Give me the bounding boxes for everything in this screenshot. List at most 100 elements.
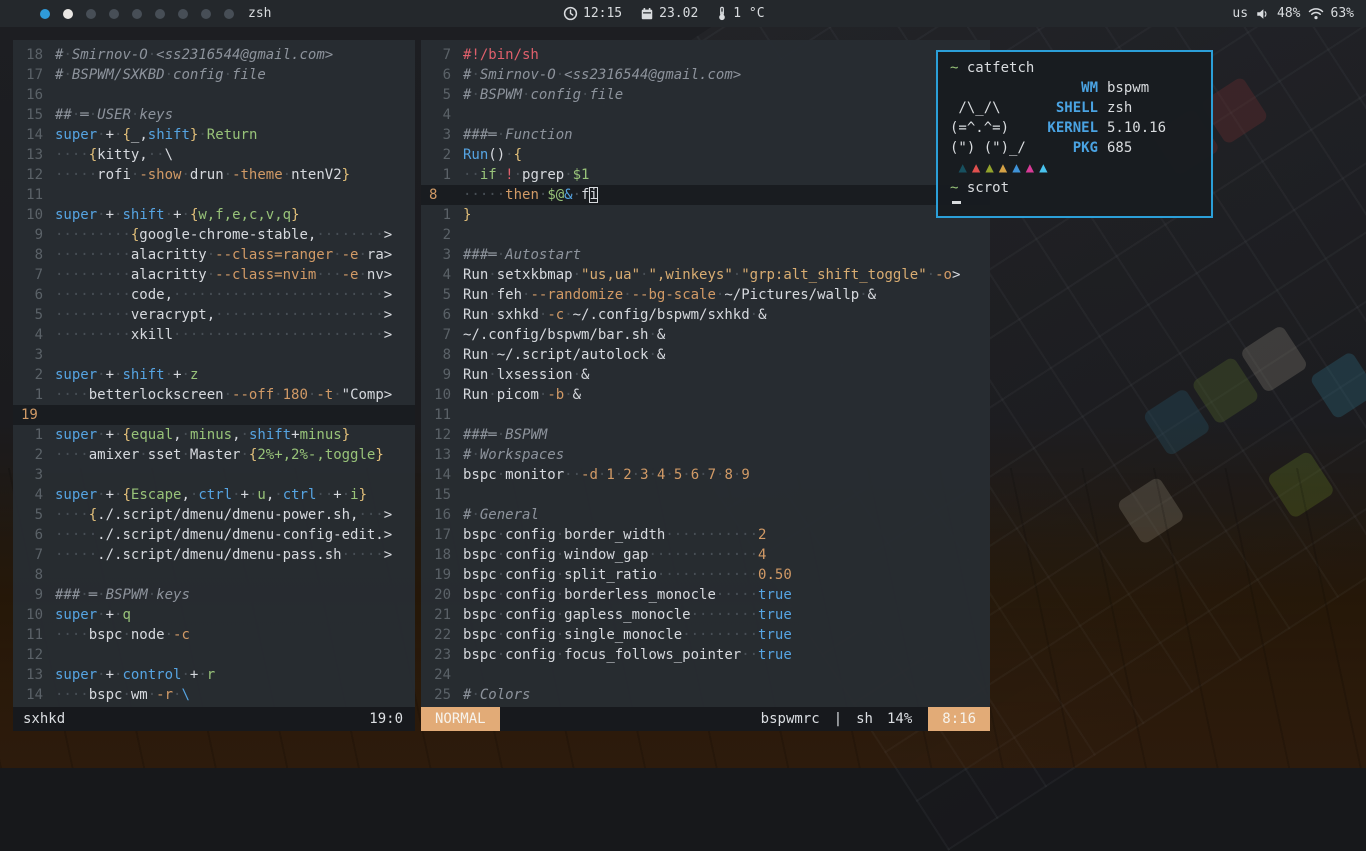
wifi-icon[interactable] bbox=[1308, 7, 1324, 20]
editor-line[interactable]: 4·········xkill·························… bbox=[13, 325, 415, 345]
line-number: 13 bbox=[13, 145, 55, 165]
line-text: #·Colors bbox=[463, 685, 530, 705]
keyboard-layout-text[interactable]: us bbox=[1232, 6, 1248, 21]
editor-line[interactable]: 7·········alacritty·--class=nvim···-e·nv… bbox=[13, 265, 415, 285]
editor-line[interactable]: 7#!/bin/sh bbox=[421, 45, 990, 65]
editor-cursor-line[interactable]: 8·····then·$@&·fi bbox=[421, 185, 990, 205]
editor-line[interactable]: 6·····./.script/dmenu/dmenu-config-edit.… bbox=[13, 525, 415, 545]
editor-line[interactable]: 7~/.config/bspwm/bar.sh·& bbox=[421, 325, 990, 345]
vim-mode-badge: NORMAL bbox=[421, 707, 500, 731]
workspace-dot-2[interactable] bbox=[63, 9, 73, 19]
editor-line[interactable]: 3###═·Function bbox=[421, 125, 990, 145]
editor-line[interactable]: 6#·Smirnov-O·<ss2316544@gmail.com> bbox=[421, 65, 990, 85]
editor-line[interactable]: 4Run·setxkbmap·"us,ua"·",winkeys"·"grp:a… bbox=[421, 265, 990, 285]
editor-line[interactable]: 25#·Colors bbox=[421, 685, 990, 705]
line-number: 5 bbox=[13, 305, 55, 325]
statusline-filename: bspwmrc bbox=[761, 711, 820, 727]
editor-line[interactable]: 15##·═·USER·keys bbox=[13, 105, 415, 125]
line-text: Run·setxkbmap·"us,ua"·",winkeys"·"grp:al… bbox=[463, 265, 960, 285]
editor-line[interactable]: 12 bbox=[13, 645, 415, 665]
line-number: 3 bbox=[421, 245, 463, 265]
editor-line[interactable]: 15 bbox=[421, 485, 990, 505]
editor-line[interactable]: 4 bbox=[421, 105, 990, 125]
statusline-percent: 14% bbox=[887, 711, 912, 727]
editor-line[interactable]: 11 bbox=[13, 185, 415, 205]
editor-line[interactable]: 9·········{google-chrome-stable,········… bbox=[13, 225, 415, 245]
editor-line[interactable]: 14bspc·monitor··-d·1·2·3·4·5·6·7·8·9 bbox=[421, 465, 990, 485]
line-number: 9 bbox=[13, 585, 55, 605]
editor-line[interactable]: 5····{./.script/dmenu/dmenu-power.sh,···… bbox=[13, 505, 415, 525]
workspace-dot-9[interactable] bbox=[224, 9, 234, 19]
editor-line[interactable]: 9###·═·BSPWM·keys bbox=[13, 585, 415, 605]
workspace-dot-8[interactable] bbox=[201, 9, 211, 19]
workspace-dot-7[interactable] bbox=[178, 9, 188, 19]
editor-line[interactable]: 6Run·sxhkd·-c·~/.config/bspwm/sxhkd·& bbox=[421, 305, 990, 325]
editor-line[interactable]: 17#·BSPWM/SXKBD·config·file bbox=[13, 65, 415, 85]
editor-line[interactable]: 8 bbox=[13, 565, 415, 585]
floating-terminal[interactable]: ~ catfetch WMbspwm /\_/\SHELLzsh(=^.^=)K… bbox=[936, 50, 1213, 218]
line-number: 21 bbox=[421, 605, 463, 625]
editor-line[interactable]: 12·····rofi·-show·drun·-theme·ntenV2} bbox=[13, 165, 415, 185]
editor-pane-bspwmrc[interactable]: 7#!/bin/sh6#·Smirnov-O·<ss2316544@gmail.… bbox=[421, 40, 990, 731]
editor-line[interactable]: 22bspc·config·single_monocle·········tru… bbox=[421, 625, 990, 645]
line-text: ~/.config/bspwm/bar.sh·& bbox=[463, 325, 665, 345]
editor-line[interactable]: 9Run·lxsession·& bbox=[421, 365, 990, 385]
line-number: 9 bbox=[13, 225, 55, 245]
editor-line[interactable]: 16 bbox=[13, 85, 415, 105]
editor-line[interactable]: 10super·+·q bbox=[13, 605, 415, 625]
editor-line[interactable]: 5#·BSPWM·config·file bbox=[421, 85, 990, 105]
editor-line[interactable]: 5Run·feh·--randomize·--bg-scale·~/Pictur… bbox=[421, 285, 990, 305]
editor-line[interactable]: 19bspc·config·split_ratio············0.5… bbox=[421, 565, 990, 585]
editor-line[interactable]: 14····bspc·wm·-r·\ bbox=[13, 685, 415, 705]
editor-line[interactable]: 18#·Smirnov-O·<ss2316544@gmail.com> bbox=[13, 45, 415, 65]
editor-text-area[interactable]: 7#!/bin/sh6#·Smirnov-O·<ss2316544@gmail.… bbox=[421, 40, 990, 707]
editor-line[interactable]: 23bspc·config·focus_follows_pointer··tru… bbox=[421, 645, 990, 665]
workspace-dot-1[interactable] bbox=[40, 9, 50, 19]
editor-line[interactable]: 2 bbox=[421, 225, 990, 245]
editor-line[interactable]: 1····betterlockscreen·--off·180·-t·"Comp… bbox=[13, 385, 415, 405]
editor-line[interactable]: 11····bspc·node·-c bbox=[13, 625, 415, 645]
editor-cursor-line[interactable]: 19 bbox=[13, 405, 415, 425]
workspace-dot-5[interactable] bbox=[132, 9, 142, 19]
volume-icon[interactable] bbox=[1255, 7, 1270, 21]
editor-line[interactable]: 1··if·!·pgrep·$1 bbox=[421, 165, 990, 185]
editor-line[interactable]: 4super·+·{Escape,·ctrl·+·u,·ctrl··+·i} bbox=[13, 485, 415, 505]
workspace-dot-6[interactable] bbox=[155, 9, 165, 19]
editor-line[interactable]: 1} bbox=[421, 205, 990, 225]
editor-line[interactable]: 8·········alacritty·--class=ranger·-e·ra… bbox=[13, 245, 415, 265]
editor-line[interactable]: 24 bbox=[421, 665, 990, 685]
editor-line[interactable]: 17bspc·config·border_width···········2 bbox=[421, 525, 990, 545]
editor-text-area[interactable]: 18#·Smirnov-O·<ss2316544@gmail.com>17#·B… bbox=[13, 40, 415, 707]
editor-line[interactable]: 3###═·Autostart bbox=[421, 245, 990, 265]
fetch-info-row: (=^.^=)KERNEL5.10.16 bbox=[950, 118, 1211, 138]
editor-line[interactable]: 14super·+·{_,shift}·Return bbox=[13, 125, 415, 145]
editor-line[interactable]: 12###═·BSPWM bbox=[421, 425, 990, 445]
editor-line[interactable]: 8Run·~/.script/autolock·& bbox=[421, 345, 990, 365]
editor-line[interactable]: 18bspc·config·window_gap·············4 bbox=[421, 545, 990, 565]
workspace-dot-3[interactable] bbox=[86, 9, 96, 19]
editor-line[interactable]: 2Run()·{ bbox=[421, 145, 990, 165]
editor-line[interactable]: 13super·+·control·+·r bbox=[13, 665, 415, 685]
editor-line[interactable]: 6·········code,·························… bbox=[13, 285, 415, 305]
editor-line[interactable]: 2····amixer·sset·Master·{2%+,2%-,toggle} bbox=[13, 445, 415, 465]
editor-line[interactable]: 13#·Workspaces bbox=[421, 445, 990, 465]
editor-line[interactable]: 13····{kitty,··\ bbox=[13, 145, 415, 165]
editor-line[interactable]: 7·····./.script/dmenu/dmenu-pass.sh·····… bbox=[13, 545, 415, 565]
editor-line[interactable]: 2super·+·shift·+·z bbox=[13, 365, 415, 385]
line-number: 17 bbox=[421, 525, 463, 545]
editor-line[interactable]: 16#·General bbox=[421, 505, 990, 525]
editor-line[interactable]: 1super·+·{equal,·minus,·shift+minus} bbox=[13, 425, 415, 445]
editor-line[interactable]: 20bspc·config·borderless_monocle·····tru… bbox=[421, 585, 990, 605]
workspace-dot-4[interactable] bbox=[109, 9, 119, 19]
editor-line[interactable]: 3 bbox=[13, 345, 415, 365]
editor-line[interactable]: 3 bbox=[13, 465, 415, 485]
editor-line[interactable]: 10super·+·shift·+·{w,f,e,c,v,q} bbox=[13, 205, 415, 225]
line-number: 8 bbox=[421, 345, 463, 365]
editor-line[interactable]: 11 bbox=[421, 405, 990, 425]
volume-text: 48% bbox=[1277, 6, 1300, 21]
editor-line[interactable]: 10Run·picom·-b·& bbox=[421, 385, 990, 405]
line-text: ·····./.script/dmenu/dmenu-config-edit.> bbox=[55, 525, 392, 545]
editor-line[interactable]: 5·········veracrypt,····················… bbox=[13, 305, 415, 325]
editor-pane-sxhkd[interactable]: 18#·Smirnov-O·<ss2316544@gmail.com>17#·B… bbox=[13, 40, 415, 731]
editor-line[interactable]: 21bspc·config·gapless_monocle········tru… bbox=[421, 605, 990, 625]
